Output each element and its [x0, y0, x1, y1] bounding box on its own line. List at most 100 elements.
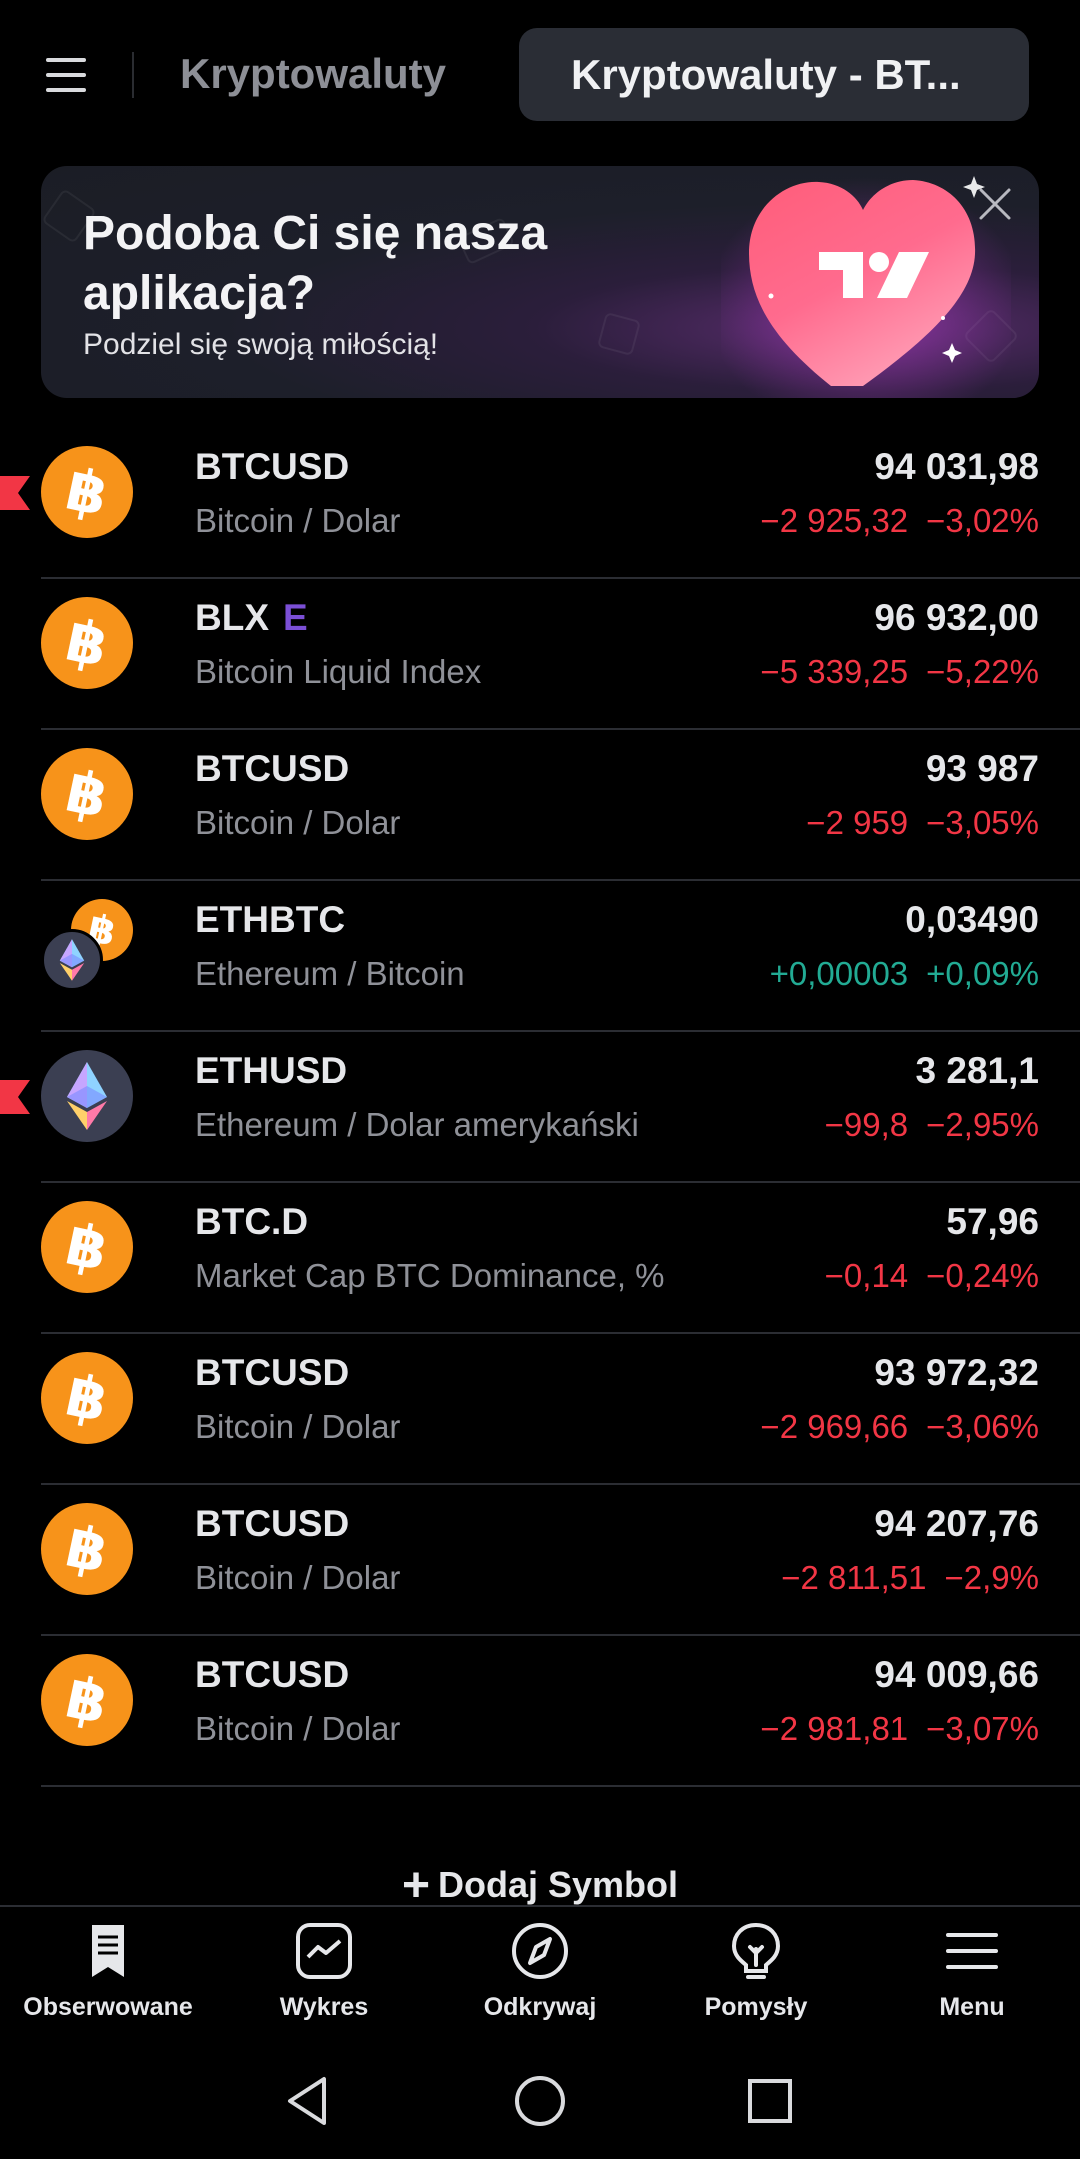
change-percent: −0,24%	[926, 1257, 1039, 1294]
recents-icon[interactable]	[740, 2071, 800, 2131]
change-percent: −5,22%	[926, 653, 1039, 690]
flag-icon[interactable]	[0, 1080, 30, 1114]
bitcoin-icon: ฿	[41, 1201, 133, 1293]
symbol-description: Bitcoin / Dolar	[195, 804, 401, 841]
symbol-name: BTCUSD	[195, 748, 350, 789]
compass-icon	[512, 1923, 568, 1979]
bitcoin-icon: ฿	[41, 1654, 133, 1746]
symbol-name: ETHBTC	[195, 899, 346, 940]
watchlist-row-blx[interactable]: ฿ BLX E Bitcoin Liquid Index 96 932,00 −5…	[41, 579, 1080, 730]
change-percent: −3,06%	[926, 1408, 1039, 1445]
nav-explore[interactable]: Odkrywaj	[432, 1907, 648, 2041]
ethereum-icon	[41, 929, 103, 991]
menu-icon	[946, 1933, 998, 1969]
svg-text:฿: ฿	[60, 455, 114, 530]
bitcoin-icon: ฿	[41, 1352, 133, 1444]
change-percent: −2,9%	[944, 1559, 1040, 1596]
price-change: −2 925,32 −3,02%	[760, 502, 1039, 540]
change-value: −5 339,25	[760, 653, 909, 690]
last-price: 96 932,00	[874, 597, 1039, 638]
change-percent: −2,95%	[926, 1106, 1039, 1143]
change-value: −2 925,32	[760, 502, 909, 539]
bitcoin-icon: ฿	[41, 1503, 133, 1595]
price-change: −99,8 −2,95%	[825, 1106, 1039, 1144]
symbol-description: Bitcoin Liquid Index	[195, 653, 482, 690]
flag-icon[interactable]	[0, 476, 30, 510]
change-percent: −3,07%	[926, 1710, 1039, 1747]
symbol-name: BTCUSD	[195, 1503, 350, 1544]
symbol-description: Market Cap BTC Dominance, %	[195, 1257, 665, 1294]
svg-text:฿: ฿	[60, 757, 114, 832]
change-value: −2 811,51	[781, 1559, 927, 1596]
bottom-navigation: Obserwowane Wykres Odkrywaj Pomysły Menu	[0, 1905, 1080, 2041]
nav-ideas[interactable]: Pomysły	[648, 1907, 864, 2041]
bitcoin-icon: ฿	[41, 446, 133, 538]
change-value: +0,00003	[769, 955, 909, 992]
ethereum-bitcoin-icon: ฿	[41, 899, 133, 991]
change-percent: −3,05%	[926, 804, 1039, 841]
system-navigation-bar	[0, 2041, 1080, 2159]
watchlist-row-ethusd[interactable]: ETHUSD Ethereum / Dolar amerykański 3 28…	[0, 1032, 1080, 1183]
svg-text:฿: ฿	[60, 606, 114, 681]
watchlist-row-btcusd[interactable]: ฿ BTCUSD Bitcoin / Dolar 93 987 −2 959 −3…	[41, 730, 1080, 881]
price-change: −2 981,81 −3,07%	[760, 1710, 1039, 1748]
watchlist-row-btcusd[interactable]: ฿ BTCUSD Bitcoin / Dolar 94 031,98 −2 92…	[0, 428, 1080, 579]
watchlist-row-btcusd[interactable]: ฿ BTCUSD Bitcoin / Dolar 93 972,32 −2 96…	[41, 1334, 1080, 1485]
price-change: −2 811,51 −2,9%	[781, 1559, 1039, 1597]
price-change: −5 339,25 −5,22%	[760, 653, 1039, 691]
symbol-name: BTCUSD	[195, 1352, 350, 1393]
banner-subtitle: Podziel się swoją miłością!	[83, 328, 439, 361]
watchlist-row-btc-d[interactable]: ฿ BTC.D Market Cap BTC Dominance, % 57,9…	[41, 1183, 1080, 1334]
header: Kryptowaluty Kryptowaluty - BT...	[0, 0, 1080, 150]
bitcoin-icon: ฿	[41, 748, 133, 840]
watchlist-row-ethbtc[interactable]: ฿ ETHBTC Ethereum / Bitcoin 0,03490 +0,0…	[41, 881, 1080, 1032]
last-price: 94 009,66	[874, 1654, 1039, 1695]
change-percent: −3,02%	[926, 502, 1039, 539]
tab-kryptowaluty[interactable]: Kryptowaluty	[180, 50, 446, 98]
watchlist-row-btcusd[interactable]: ฿ BTCUSD Bitcoin / Dolar 94 207,76 −2 81…	[41, 1485, 1080, 1636]
nav-chart[interactable]: Wykres	[216, 1907, 432, 2041]
symbol-name: BTCUSD	[195, 1654, 350, 1695]
close-icon[interactable]	[971, 180, 1019, 228]
symbol-name: ETHUSD	[195, 1050, 348, 1091]
nav-watchlist[interactable]: Obserwowane	[0, 1907, 216, 2041]
symbol-name: BTC.D	[195, 1201, 309, 1242]
lightbulb-icon	[731, 1922, 781, 1979]
last-price: 94 207,76	[874, 1503, 1039, 1544]
last-price: 0,03490	[905, 899, 1039, 940]
hamburger-menu-icon[interactable]	[46, 58, 86, 92]
back-icon[interactable]	[280, 2071, 340, 2131]
bookmark-list-icon	[92, 1925, 124, 1977]
home-icon[interactable]	[510, 2071, 570, 2131]
symbol-description: Ethereum / Dolar amerykański	[195, 1106, 639, 1143]
last-price: 57,96	[946, 1201, 1039, 1242]
symbol-description: Bitcoin / Dolar	[195, 502, 401, 539]
change-value: −99,8	[824, 1106, 909, 1143]
last-price: 3 281,1	[915, 1050, 1039, 1091]
watchlist-row-btcusd[interactable]: ฿ BTCUSD Bitcoin / Dolar 94 009,66 −2 98…	[41, 1636, 1080, 1787]
change-value: −2 959	[806, 804, 909, 841]
heart-logo-icon	[721, 166, 1011, 398]
symbol-description: Bitcoin / Dolar	[195, 1710, 401, 1747]
price-change: −2 969,66 −3,06%	[760, 1408, 1039, 1446]
symbol-name: BTCUSD	[195, 446, 350, 487]
tab-kryptowaluty-btc-active[interactable]: Kryptowaluty - BT...	[519, 28, 1029, 121]
symbol-description: Bitcoin / Dolar	[195, 1408, 401, 1445]
change-percent: +0,09%	[926, 955, 1039, 992]
header-divider	[132, 52, 134, 98]
price-change: −0,14 −0,24%	[825, 1257, 1039, 1295]
symbol-description: Bitcoin / Dolar	[195, 1559, 401, 1596]
svg-text:฿: ฿	[60, 1361, 114, 1436]
symbol-description: Ethereum / Bitcoin	[195, 955, 465, 992]
svg-text:฿: ฿	[60, 1512, 114, 1587]
last-price: 93 987	[925, 748, 1039, 789]
change-value: −2 969,66	[760, 1408, 909, 1445]
last-price: 94 031,98	[874, 446, 1039, 487]
exchange-badge: E	[283, 597, 308, 638]
rate-app-banner[interactable]: Podoba Ci się nasza aplikacja? Podziel s…	[41, 166, 1039, 398]
change-value: −2 981,81	[760, 1710, 909, 1747]
price-change: −2 959 −3,05%	[806, 804, 1039, 842]
chart-icon	[296, 1923, 352, 1979]
nav-menu[interactable]: Menu	[864, 1907, 1080, 2041]
change-value: −0,14	[824, 1257, 909, 1294]
